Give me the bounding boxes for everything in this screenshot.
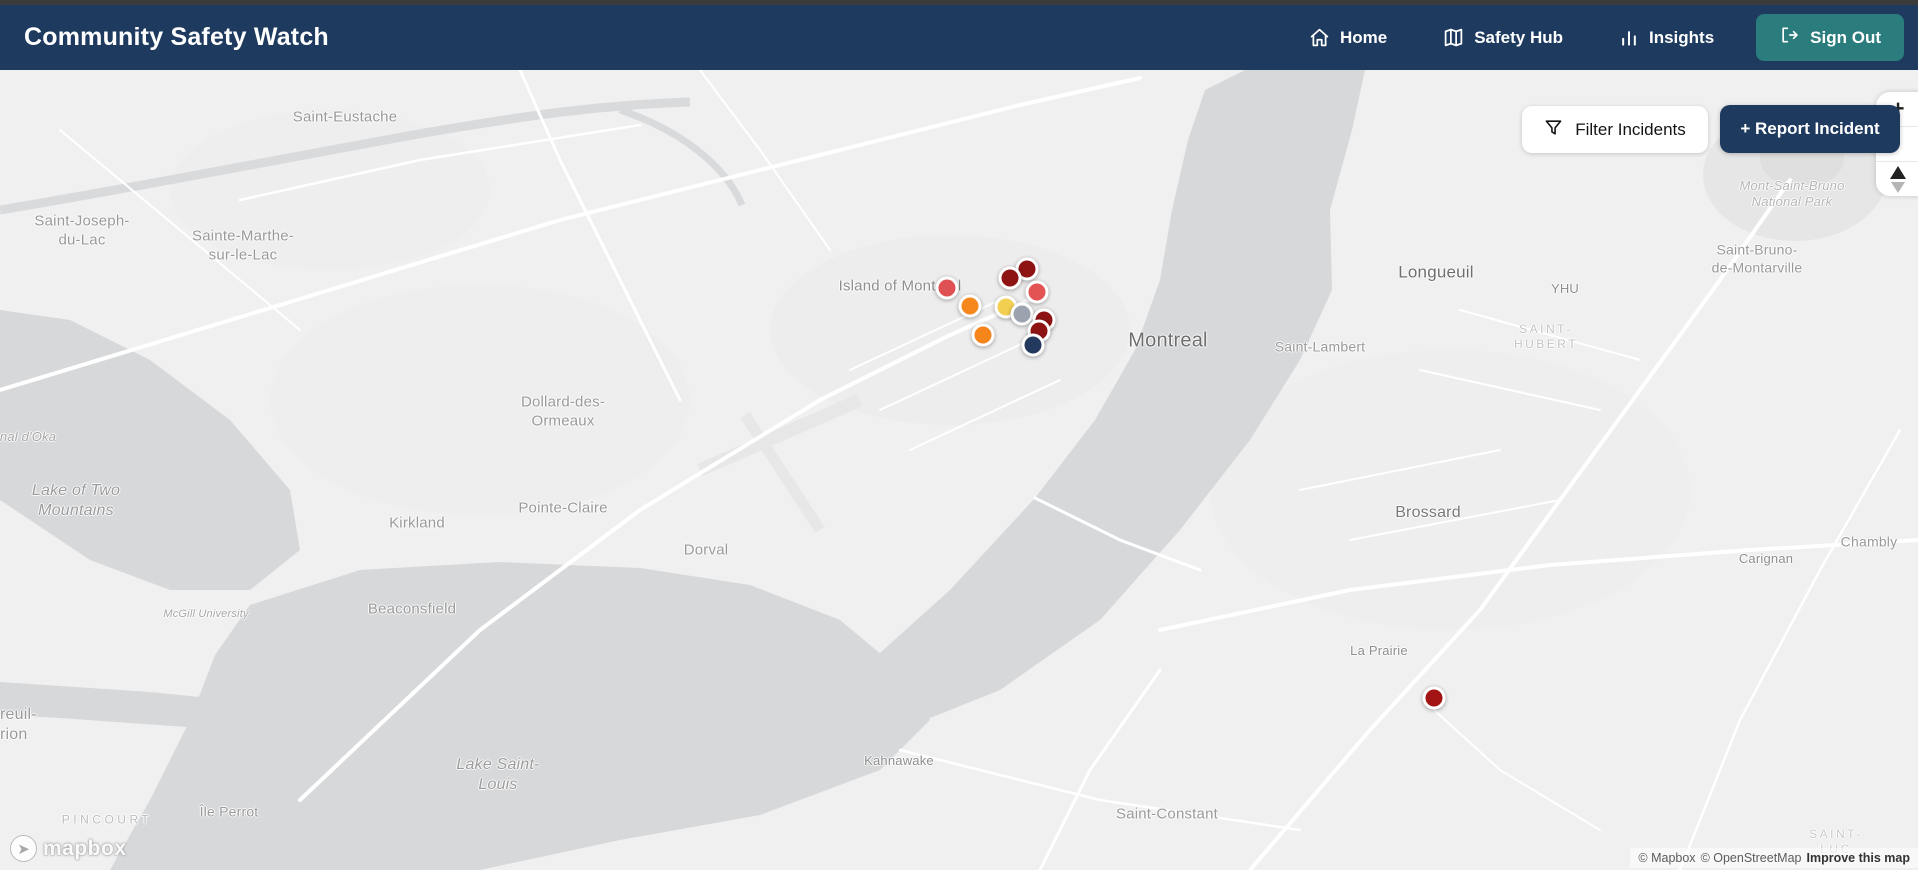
incident-marker[interactable] [958,294,982,318]
sign-out-button[interactable]: Sign Out [1756,14,1904,61]
map-icon [1443,27,1464,48]
attribution-osm-link[interactable]: © OpenStreetMap [1701,851,1802,865]
incident-marker[interactable] [1422,686,1446,710]
compass-icon [1890,165,1916,193]
nav-item-safety-hub[interactable]: Safety Hub [1443,27,1563,48]
incident-marker[interactable] [1025,280,1049,304]
logout-icon [1779,25,1799,50]
compass-button[interactable] [1876,161,1918,196]
report-incident-button[interactable]: + Report Incident [1720,105,1900,153]
nav-label-safety-hub: Safety Hub [1474,27,1563,47]
app-title: Community Safety Watch [24,23,329,51]
filter-incidents-label: Filter Incidents [1575,119,1686,139]
app-header: Community Safety Watch Home Safety Hub I… [0,5,1918,70]
incident-marker[interactable] [935,276,959,300]
incident-marker[interactable] [1021,333,1045,357]
mapbox-logo-text: mapbox [43,836,127,860]
attribution-mapbox-link[interactable]: © Mapbox [1638,851,1695,865]
funnel-icon [1544,118,1563,142]
home-icon [1309,27,1330,48]
nav-label-insights: Insights [1649,27,1715,47]
bar-chart-icon [1619,28,1639,48]
incident-marker[interactable] [998,266,1022,290]
sign-out-label: Sign Out [1810,27,1881,47]
incident-marker[interactable] [971,323,995,347]
nav-label-home: Home [1339,27,1388,47]
basemap-graphics [0,70,1918,870]
mapbox-logo[interactable]: ➤ mapbox [10,835,127,862]
map-attribution: © Mapbox © OpenStreetMap Improve this ma… [1630,848,1918,868]
map-canvas[interactable]: Saint-Eustache Saint-Joseph- du-Lac Sainte… [0,70,1918,870]
nav-item-home[interactable]: Home [1309,27,1387,48]
main-nav: Home Safety Hub Insights [1309,27,1714,48]
nav-item-insights[interactable]: Insights [1619,28,1714,48]
mapbox-pin-icon: ➤ [10,835,37,862]
attribution-improve-link[interactable]: Improve this map [1807,851,1911,865]
filter-incidents-button[interactable]: Filter Incidents [1522,106,1708,153]
report-incident-label: + Report Incident [1740,119,1880,138]
